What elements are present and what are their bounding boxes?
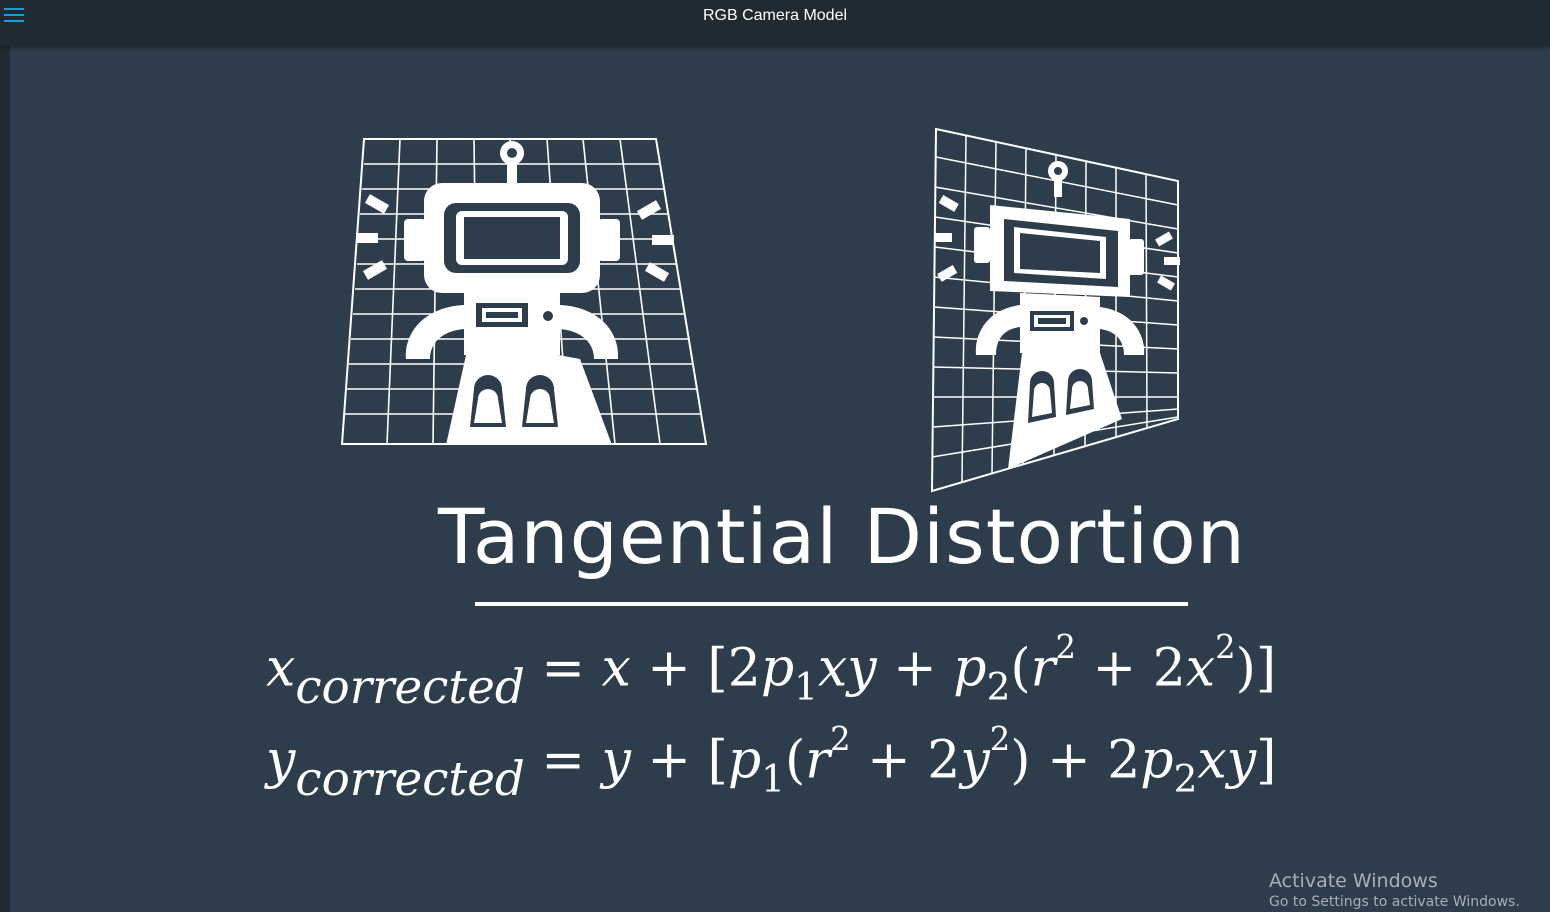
- robot-on-grid-undistorted: [340, 138, 708, 445]
- slide-title: Tangential Distortion: [438, 492, 1246, 581]
- activate-windows-watermark: Activate Windows Go to Settings to activ…: [1269, 869, 1520, 911]
- equation-x-corrected: xcorrected = x + [2p1xy + p2(r2 + 2x2)]: [266, 628, 1277, 716]
- title-underline: [475, 602, 1188, 606]
- sidebar-edge: [0, 46, 10, 912]
- app-header: RGB Camera Model: [0, 0, 1550, 46]
- app-title: RGB Camera Model: [702, 7, 848, 24]
- robot-on-grid-tilted: [930, 127, 1180, 493]
- watermark-subtitle: Go to Settings to activate Windows.: [1269, 894, 1520, 910]
- equation-y-corrected: ycorrected = y + [p1(r2 + 2y2) + 2p2xy]: [266, 720, 1277, 808]
- watermark-title: Activate Windows: [1269, 870, 1438, 892]
